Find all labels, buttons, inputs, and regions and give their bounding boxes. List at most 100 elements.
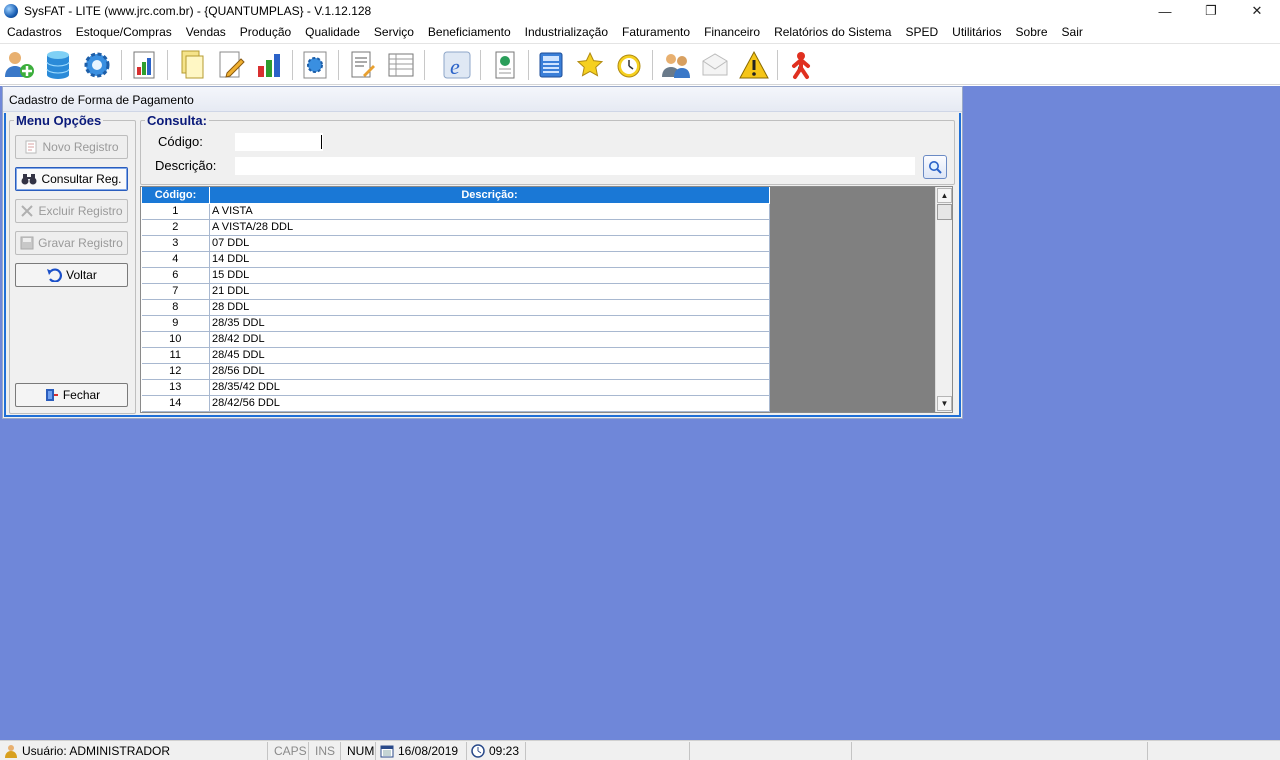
status-user: Usuário: ADMINISTRADOR xyxy=(22,744,171,758)
cell-code: 2 xyxy=(141,219,210,236)
table-row[interactable]: 10 28/42 DDL xyxy=(141,331,770,348)
nfe-icon[interactable]: e xyxy=(440,48,474,82)
code-label: Código: xyxy=(158,134,203,149)
menu-relatorios[interactable]: Relatórios do Sistema xyxy=(767,22,898,42)
cell-description: 28/42 DDL xyxy=(209,331,770,348)
table-row[interactable]: 7 21 DDL xyxy=(141,283,770,300)
gear-icon[interactable] xyxy=(80,48,114,82)
bar-chart-icon[interactable] xyxy=(252,48,286,82)
table-row[interactable]: 1A VISTA xyxy=(141,203,770,220)
menu-sobre[interactable]: Sobre xyxy=(1009,22,1055,42)
menu-faturamento[interactable]: Faturamento xyxy=(615,22,697,42)
exit-person-icon[interactable] xyxy=(784,48,818,82)
cell-code: 1 xyxy=(141,203,210,220)
cell-description: 28 DDL xyxy=(209,299,770,316)
col-header-description[interactable]: Descrição: xyxy=(209,187,770,204)
cell-code: 14 xyxy=(141,395,210,412)
table-row[interactable]: 14 28/42/56 DDL xyxy=(141,395,770,412)
title-bar: SysFAT - LITE (www.jrc.com.br) - {QUANTU… xyxy=(0,0,1280,22)
database-icon[interactable] xyxy=(41,48,75,82)
table-row[interactable]: 11 28/45 DDL xyxy=(141,347,770,364)
cell-description: 28/35 DDL xyxy=(209,315,770,332)
payment-grid[interactable]: Código: Descrição: 1A VISTA 2 A VISTA/28 D… xyxy=(140,186,953,413)
status-panel-empty-1 xyxy=(528,742,690,760)
table-row[interactable]: 13 28/35/42 DDL xyxy=(141,379,770,396)
menu-utilitarios[interactable]: Utilitários xyxy=(945,22,1008,42)
cell-description: 21 DDL xyxy=(209,283,770,300)
book-icon[interactable] xyxy=(488,48,522,82)
table-row[interactable]: 2A VISTA/28 DDL xyxy=(141,219,770,236)
table-row[interactable]: 9 28/35 DDL xyxy=(141,315,770,332)
cell-description: 07 DDL xyxy=(209,235,770,252)
grid-vertical-scrollbar[interactable]: ▲ ▼ xyxy=(935,187,952,412)
payment-table: Código: Descrição: 1A VISTA 2 A VISTA/28 D… xyxy=(141,187,770,412)
menu-estoque-compras[interactable]: Estoque/Compras xyxy=(69,22,179,42)
back-label: Voltar xyxy=(66,268,97,282)
clock-small-icon xyxy=(471,744,485,758)
menu-producao[interactable]: Produção xyxy=(233,22,298,42)
mail-icon[interactable] xyxy=(698,48,732,82)
list-icon[interactable] xyxy=(384,48,418,82)
report-chart-icon[interactable] xyxy=(127,48,161,82)
menu-sped[interactable]: SPED xyxy=(898,22,945,42)
text-cursor xyxy=(321,135,322,149)
menu-industrializacao[interactable]: Industrialização xyxy=(518,22,615,42)
status-bar: Usuário: ADMINISTRADOR CAPS INS NUM 16/0… xyxy=(0,740,1280,760)
users-chat-icon[interactable] xyxy=(659,48,693,82)
menu-qualidade[interactable]: Qualidade xyxy=(298,22,367,42)
calculator-icon[interactable] xyxy=(534,48,568,82)
toolbar: e xyxy=(0,43,1280,85)
notes-icon[interactable] xyxy=(345,48,379,82)
query-record-label: Consultar Reg. xyxy=(41,172,122,186)
cell-description: 28/56 DDL xyxy=(209,363,770,380)
clock-icon[interactable] xyxy=(612,48,646,82)
scroll-up-arrow-icon[interactable]: ▲ xyxy=(937,188,952,203)
restore-button[interactable]: ❐ xyxy=(1188,0,1234,22)
menu-vendas[interactable]: Vendas xyxy=(179,22,233,42)
status-panel-empty-2 xyxy=(692,742,852,760)
close-form-label: Fechar xyxy=(62,388,101,402)
settings-doc-icon[interactable] xyxy=(298,48,332,82)
users-add-icon[interactable] xyxy=(2,48,36,82)
warning-icon[interactable] xyxy=(737,48,771,82)
close-button[interactable]: ✕ xyxy=(1234,0,1280,22)
cell-code: 3 xyxy=(141,235,210,252)
query-record-button[interactable]: Consultar Reg. xyxy=(15,167,128,191)
scroll-thumb[interactable] xyxy=(937,204,952,220)
status-num: NUM xyxy=(343,742,376,760)
menu-servico[interactable]: Serviço xyxy=(367,22,421,42)
search-button[interactable] xyxy=(923,155,947,179)
edit-document-icon[interactable] xyxy=(213,48,247,82)
status-date-panel: 16/08/2019 xyxy=(376,742,467,760)
status-date: 16/08/2019 xyxy=(398,744,459,758)
back-button[interactable]: Voltar xyxy=(15,263,128,287)
menu-sair[interactable]: Sair xyxy=(1055,22,1090,42)
save-record-button[interactable]: Gravar Registro xyxy=(15,231,128,255)
scroll-down-arrow-icon[interactable]: ▼ xyxy=(937,396,952,411)
close-form-button[interactable]: Fechar xyxy=(15,383,128,407)
user-icon xyxy=(5,745,17,758)
menu-financeiro[interactable]: Financeiro xyxy=(697,22,767,42)
table-row[interactable]: 4 14 DDL xyxy=(141,251,770,268)
new-document-icon xyxy=(25,140,37,154)
status-time-panel: 09:23 xyxy=(467,742,526,760)
menu-options-legend: Menu Opções xyxy=(16,113,102,128)
table-row[interactable]: 8 28 DDL xyxy=(141,299,770,316)
floppy-icon xyxy=(20,236,34,250)
table-row[interactable]: 6 15 DDL xyxy=(141,267,770,284)
description-input[interactable] xyxy=(235,157,915,175)
documents-icon[interactable] xyxy=(174,48,208,82)
table-row[interactable]: 12 28/56 DDL xyxy=(141,363,770,380)
col-header-code[interactable]: Código: xyxy=(141,187,210,204)
new-record-button[interactable]: Novo Registro xyxy=(15,135,128,159)
code-input[interactable] xyxy=(235,133,323,151)
cell-code: 7 xyxy=(141,283,210,300)
delete-record-button[interactable]: Excluir Registro xyxy=(15,199,128,223)
menu-beneficiamento[interactable]: Beneficiamento xyxy=(421,22,518,42)
star-icon[interactable] xyxy=(573,48,607,82)
menu-cadastros[interactable]: Cadastros xyxy=(0,22,69,42)
status-panel-empty-3 xyxy=(854,742,1148,760)
minimize-button[interactable]: — xyxy=(1142,0,1188,22)
delete-record-label: Excluir Registro xyxy=(38,204,123,218)
table-row[interactable]: 3 07 DDL xyxy=(141,235,770,252)
